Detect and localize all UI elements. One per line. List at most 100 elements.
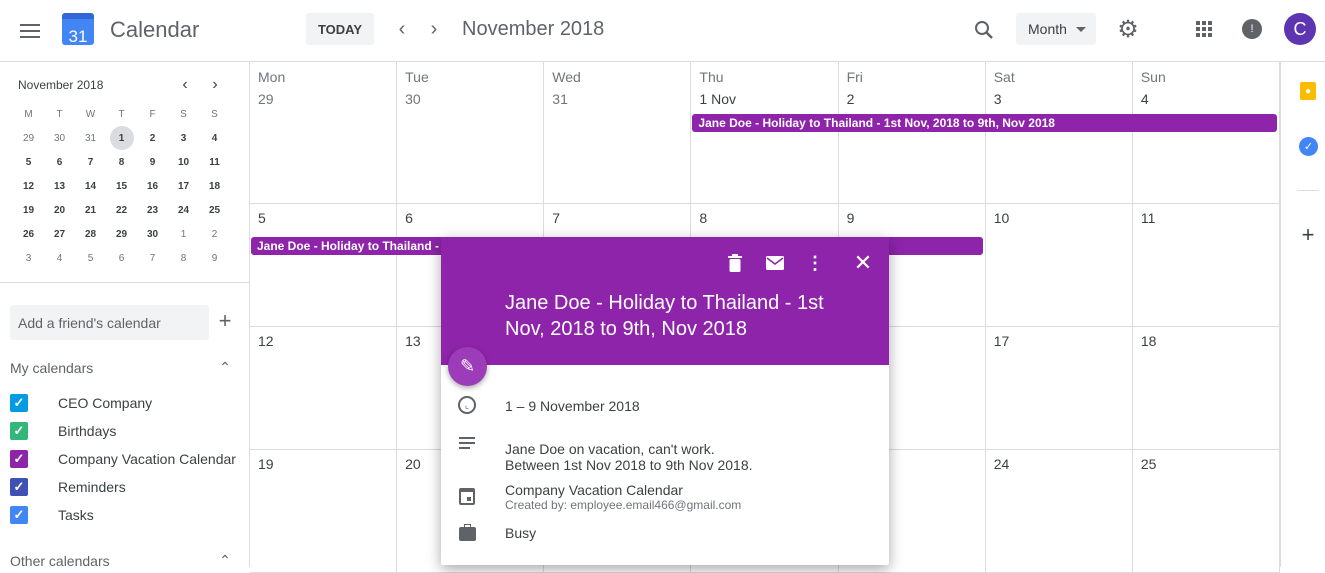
calendar-item[interactable]: ✓ CEO Company xyxy=(10,389,245,417)
tasks-icon[interactable]: ✓ xyxy=(1299,137,1318,156)
mini-day[interactable]: 15 xyxy=(106,174,137,198)
mini-day[interactable]: 11 xyxy=(199,150,230,174)
mini-day[interactable]: 2 xyxy=(137,126,168,150)
mini-day[interactable]: 9 xyxy=(199,246,230,270)
day-number[interactable]: 3 xyxy=(994,91,1124,107)
mini-day[interactable]: 3 xyxy=(168,126,199,150)
day-cell[interactable]: 10 xyxy=(985,204,1133,327)
more-options-icon[interactable]: ⋮ xyxy=(805,253,825,273)
day-cell[interactable]: 25 xyxy=(1132,450,1280,573)
mini-day[interactable]: 12 xyxy=(13,174,44,198)
checkbox-checked-icon[interactable]: ✓ xyxy=(10,422,28,440)
mini-next-icon[interactable]: › xyxy=(206,76,224,94)
checkbox-checked-icon[interactable]: ✓ xyxy=(10,394,28,412)
mini-day[interactable]: 20 xyxy=(44,198,75,222)
checkbox-checked-icon[interactable]: ✓ xyxy=(10,478,28,496)
day-cell[interactable]: Sat 3 xyxy=(985,62,1133,204)
add-friend-calendar-input[interactable]: Add a friend's calendar xyxy=(10,305,209,340)
email-envelope-icon[interactable] xyxy=(764,253,786,273)
day-number[interactable]: 7 xyxy=(552,210,560,226)
day-cell[interactable]: 18 xyxy=(1132,327,1280,450)
mini-day[interactable]: 22 xyxy=(106,198,137,222)
mini-day[interactable]: 1 xyxy=(109,126,134,150)
checkbox-checked-icon[interactable]: ✓ xyxy=(10,450,28,468)
add-addon-plus-icon[interactable]: + xyxy=(1297,222,1319,247)
day-cell[interactable]: Mon 29 xyxy=(250,62,398,204)
mini-day[interactable]: 4 xyxy=(44,246,75,270)
mini-day[interactable]: 26 xyxy=(13,222,44,246)
close-icon[interactable]: ✕ xyxy=(852,250,874,275)
day-number[interactable]: 25 xyxy=(1141,456,1157,472)
mini-day[interactable]: 5 xyxy=(13,150,44,174)
mini-day[interactable]: 21 xyxy=(75,198,106,222)
search-icon[interactable] xyxy=(970,16,998,44)
event-bar[interactable]: Jane Doe - Holiday to Thailand - 1st Nov… xyxy=(692,114,1277,132)
mini-day[interactable]: 24 xyxy=(168,198,199,222)
mini-day[interactable]: 7 xyxy=(75,150,106,174)
day-cell[interactable]: Sun 4 xyxy=(1132,62,1280,204)
day-number[interactable]: 8 xyxy=(699,210,707,226)
previous-period-icon[interactable]: ‹ xyxy=(392,18,412,40)
mini-day[interactable]: 5 xyxy=(75,246,106,270)
settings-gear-icon[interactable]: ⚙ xyxy=(1114,15,1142,43)
day-cell[interactable]: Fri 2 xyxy=(838,62,986,204)
day-cell[interactable]: Wed 31 xyxy=(544,62,692,204)
day-number[interactable]: 9 xyxy=(847,210,855,226)
day-cell[interactable]: 5 xyxy=(250,204,398,327)
day-number[interactable]: 18 xyxy=(1141,333,1157,349)
apps-grid-icon[interactable] xyxy=(1196,21,1212,37)
mini-day[interactable]: 28 xyxy=(75,222,106,246)
my-calendars-heading[interactable]: My calendars xyxy=(10,360,93,376)
day-number[interactable]: 10 xyxy=(994,210,1010,226)
checkbox-checked-icon[interactable]: ✓ xyxy=(10,506,28,524)
mini-day[interactable]: 1 xyxy=(168,222,199,246)
day-cell[interactable]: 24 xyxy=(985,450,1133,573)
day-number[interactable]: 2 xyxy=(847,91,977,107)
mini-day[interactable]: 19 xyxy=(13,198,44,222)
mini-day[interactable]: 8 xyxy=(168,246,199,270)
notifications-bell-icon[interactable]: ! xyxy=(1242,19,1262,39)
mini-day[interactable]: 3 xyxy=(13,246,44,270)
view-select[interactable]: Month xyxy=(1016,13,1096,45)
day-cell[interactable]: 19 xyxy=(250,450,398,573)
mini-day[interactable]: 16 xyxy=(137,174,168,198)
keep-icon[interactable]: ● xyxy=(1300,82,1316,100)
mini-day[interactable]: 17 xyxy=(168,174,199,198)
mini-day[interactable]: 14 xyxy=(75,174,106,198)
main-menu-icon[interactable] xyxy=(14,17,46,45)
mini-day[interactable]: 13 xyxy=(44,174,75,198)
day-number[interactable]: 17 xyxy=(994,333,1010,349)
mini-day[interactable]: 31 xyxy=(75,126,106,150)
mini-day[interactable]: 29 xyxy=(13,126,44,150)
day-number[interactable]: 24 xyxy=(994,456,1010,472)
day-cell[interactable]: Tue 30 xyxy=(397,62,545,204)
mini-day[interactable]: 2 xyxy=(199,222,230,246)
mini-day[interactable]: 23 xyxy=(137,198,168,222)
day-cell[interactable]: 17 xyxy=(985,327,1133,450)
avatar[interactable]: C xyxy=(1284,13,1316,45)
mini-prev-icon[interactable]: ‹ xyxy=(176,76,194,94)
day-number[interactable]: 29 xyxy=(258,91,388,107)
mini-day[interactable]: 6 xyxy=(44,150,75,174)
calendar-item[interactable]: ✓ Reminders xyxy=(10,473,245,501)
day-number[interactable]: 13 xyxy=(405,333,421,349)
day-number[interactable]: 5 xyxy=(258,210,266,226)
calendar-item[interactable]: ✓ Tasks xyxy=(10,501,245,529)
mini-day[interactable]: 30 xyxy=(44,126,75,150)
mini-day[interactable]: 25 xyxy=(199,198,230,222)
delete-trash-icon[interactable] xyxy=(725,253,745,273)
day-number[interactable]: 30 xyxy=(405,91,535,107)
day-number[interactable]: 4 xyxy=(1141,91,1271,107)
today-button[interactable]: TODAY xyxy=(306,13,374,45)
mini-day[interactable]: 29 xyxy=(106,222,137,246)
next-period-icon[interactable]: › xyxy=(424,18,444,40)
edit-pencil-button[interactable]: ✎ xyxy=(448,347,487,386)
collapse-chevron-icon[interactable]: ⌃ xyxy=(216,358,234,376)
day-cell[interactable]: 12 xyxy=(250,327,398,450)
mini-day[interactable]: 30 xyxy=(137,222,168,246)
day-cell[interactable]: Thu 1 Nov xyxy=(691,62,839,204)
day-number[interactable]: 12 xyxy=(258,333,274,349)
mini-day[interactable]: 27 xyxy=(44,222,75,246)
day-cell[interactable]: 11 xyxy=(1132,204,1280,327)
mini-day[interactable]: 18 xyxy=(199,174,230,198)
